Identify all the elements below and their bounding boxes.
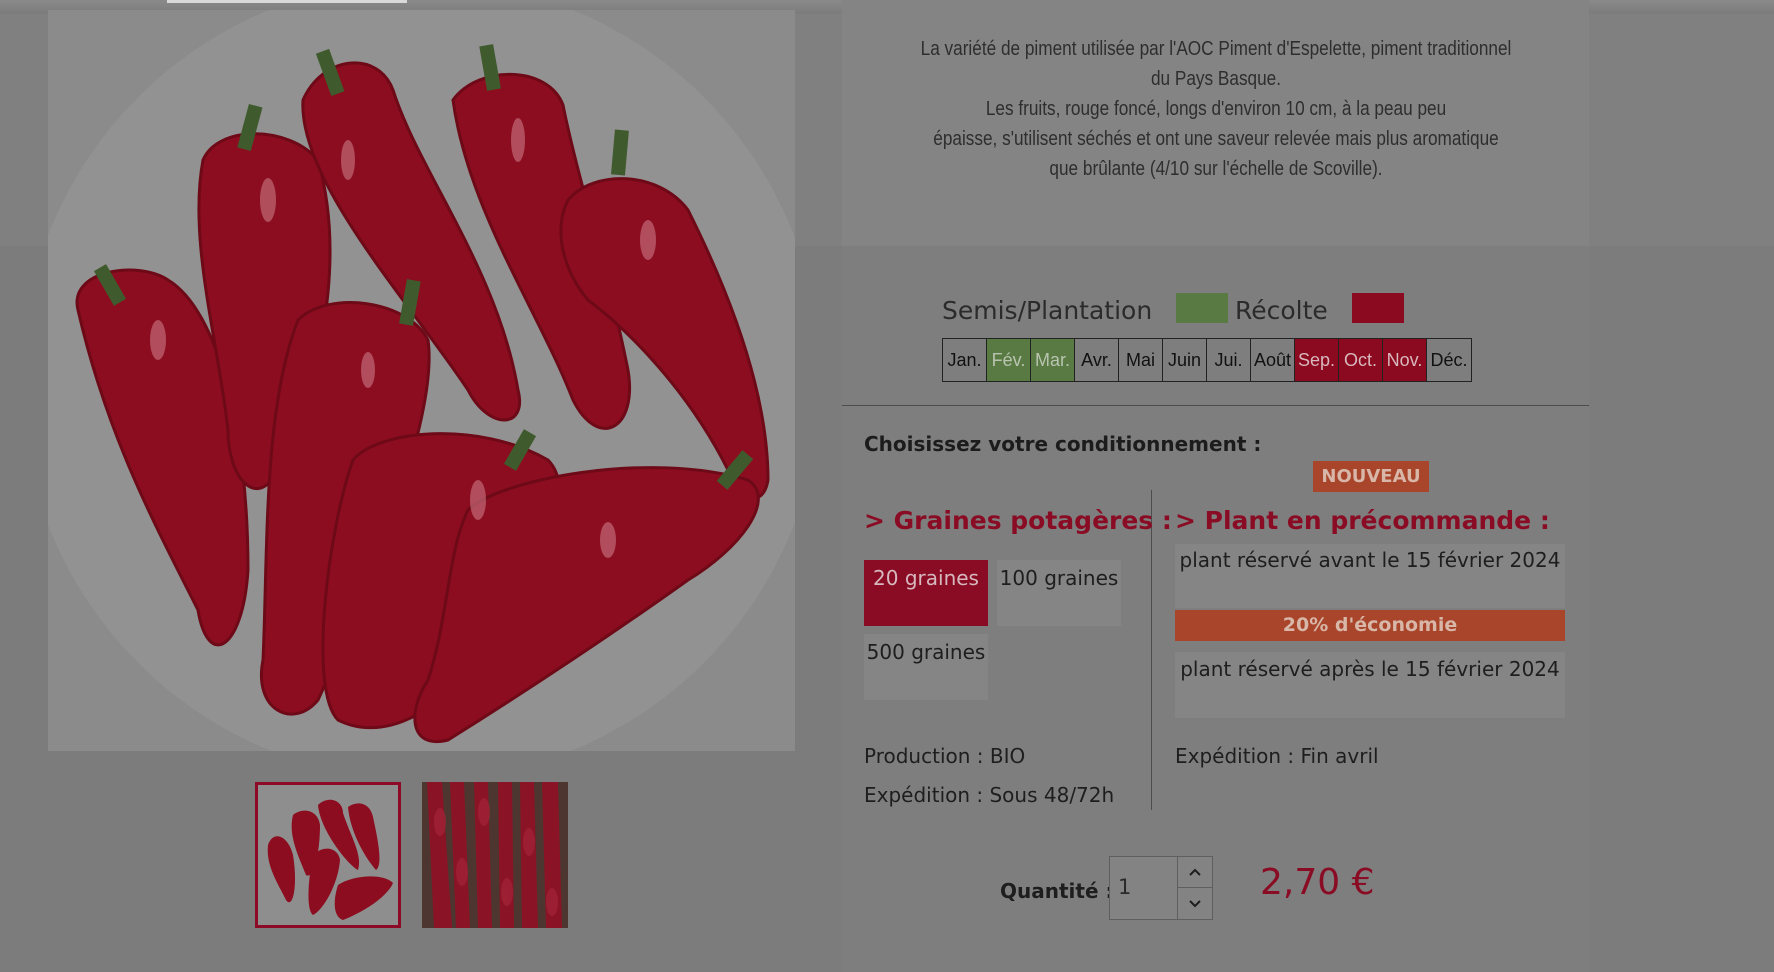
month-calendar: Jan. Fév. Mar. Avr. Mai Juin Jui. Août Sep. Oct. N… [942, 338, 1472, 382]
month-cell: Fév. [987, 339, 1031, 381]
month-cell: Déc. [1430, 350, 1468, 370]
active-tab-indicator [167, 0, 407, 3]
legend-recolte-swatch [1351, 293, 1404, 323]
month-cell: Nov. [1383, 339, 1427, 381]
month-cell: Août [1251, 339, 1295, 381]
option-plant-after[interactable]: plant réservé après le 15 février 2024 [1175, 652, 1565, 718]
month-cell: Sep. [1295, 339, 1339, 381]
legend-semis: Semis/Plantation [942, 293, 1229, 325]
legend-recolte-label: Récolte [1235, 296, 1328, 325]
section-divider [842, 405, 1589, 406]
month-cell: Mar. [1031, 339, 1075, 381]
option-plant-before[interactable]: plant réservé avant le 15 février 2024 [1175, 544, 1565, 608]
month-cell: Jui. [1207, 339, 1251, 381]
product-thumbnail-1[interactable] [255, 782, 401, 928]
option-100-graines[interactable]: 100 graines [997, 560, 1121, 626]
option-20-graines[interactable]: 20 graines [864, 560, 988, 626]
legend-semis-swatch [1176, 293, 1229, 323]
description-line: Les fruits, rouge foncé, longs d'environ… [985, 98, 1447, 120]
price: 2,70 € [1260, 862, 1375, 903]
economy-badge: 20% d'économie [1175, 610, 1565, 641]
legend-semis-label: Semis/Plantation [942, 296, 1153, 325]
product-main-image[interactable] [48, 10, 795, 751]
new-badge: NOUVEAU [1313, 461, 1429, 492]
month-cell: Oct. [1339, 339, 1383, 381]
production-info: Production : BIO [864, 744, 1026, 768]
month-cell: Juin [1163, 339, 1207, 381]
chevron-down-icon[interactable] [1178, 888, 1212, 919]
legend-recolte: Récolte [1235, 293, 1404, 325]
product-details-panel: La variété de piment utilisée par l'AOC … [842, 0, 1589, 972]
option-500-graines[interactable]: 500 graines [864, 634, 988, 700]
description-line: que brûlante (4/10 sur l'échelle de Scov… [1049, 158, 1383, 180]
description-line: du Pays Basque. [1150, 68, 1282, 90]
graines-expedition-info: Expédition : Sous 48/72h [864, 783, 1115, 807]
product-thumbnail-2[interactable] [422, 782, 568, 928]
plant-expedition-info: Expédition : Fin avril [1175, 744, 1379, 768]
quantity-stepper [1109, 856, 1213, 920]
quantity-label: Quantité : [1000, 879, 1114, 903]
quantity-input[interactable] [1118, 875, 1178, 899]
chevron-up-icon[interactable] [1178, 857, 1212, 888]
column-separator [1151, 490, 1152, 810]
description-line: épaisse, s'utilisent séchés et ont une s… [933, 128, 1499, 150]
graines-section-title: > Graines potagères : [864, 506, 1172, 535]
product-description: La variété de piment utilisée par l'AOC … [915, 34, 1517, 184]
description-line: La variété de piment utilisée par l'AOC … [920, 38, 1512, 60]
quantity-buttons [1177, 857, 1212, 919]
month-cell: Avr. [1075, 339, 1119, 381]
month-cell: Mai [1119, 339, 1163, 381]
plant-section-title: > Plant en précommande : [1175, 506, 1550, 535]
packaging-prompt: Choisissez votre conditionnement : [864, 432, 1262, 456]
month-cell: Jan. [943, 339, 987, 381]
